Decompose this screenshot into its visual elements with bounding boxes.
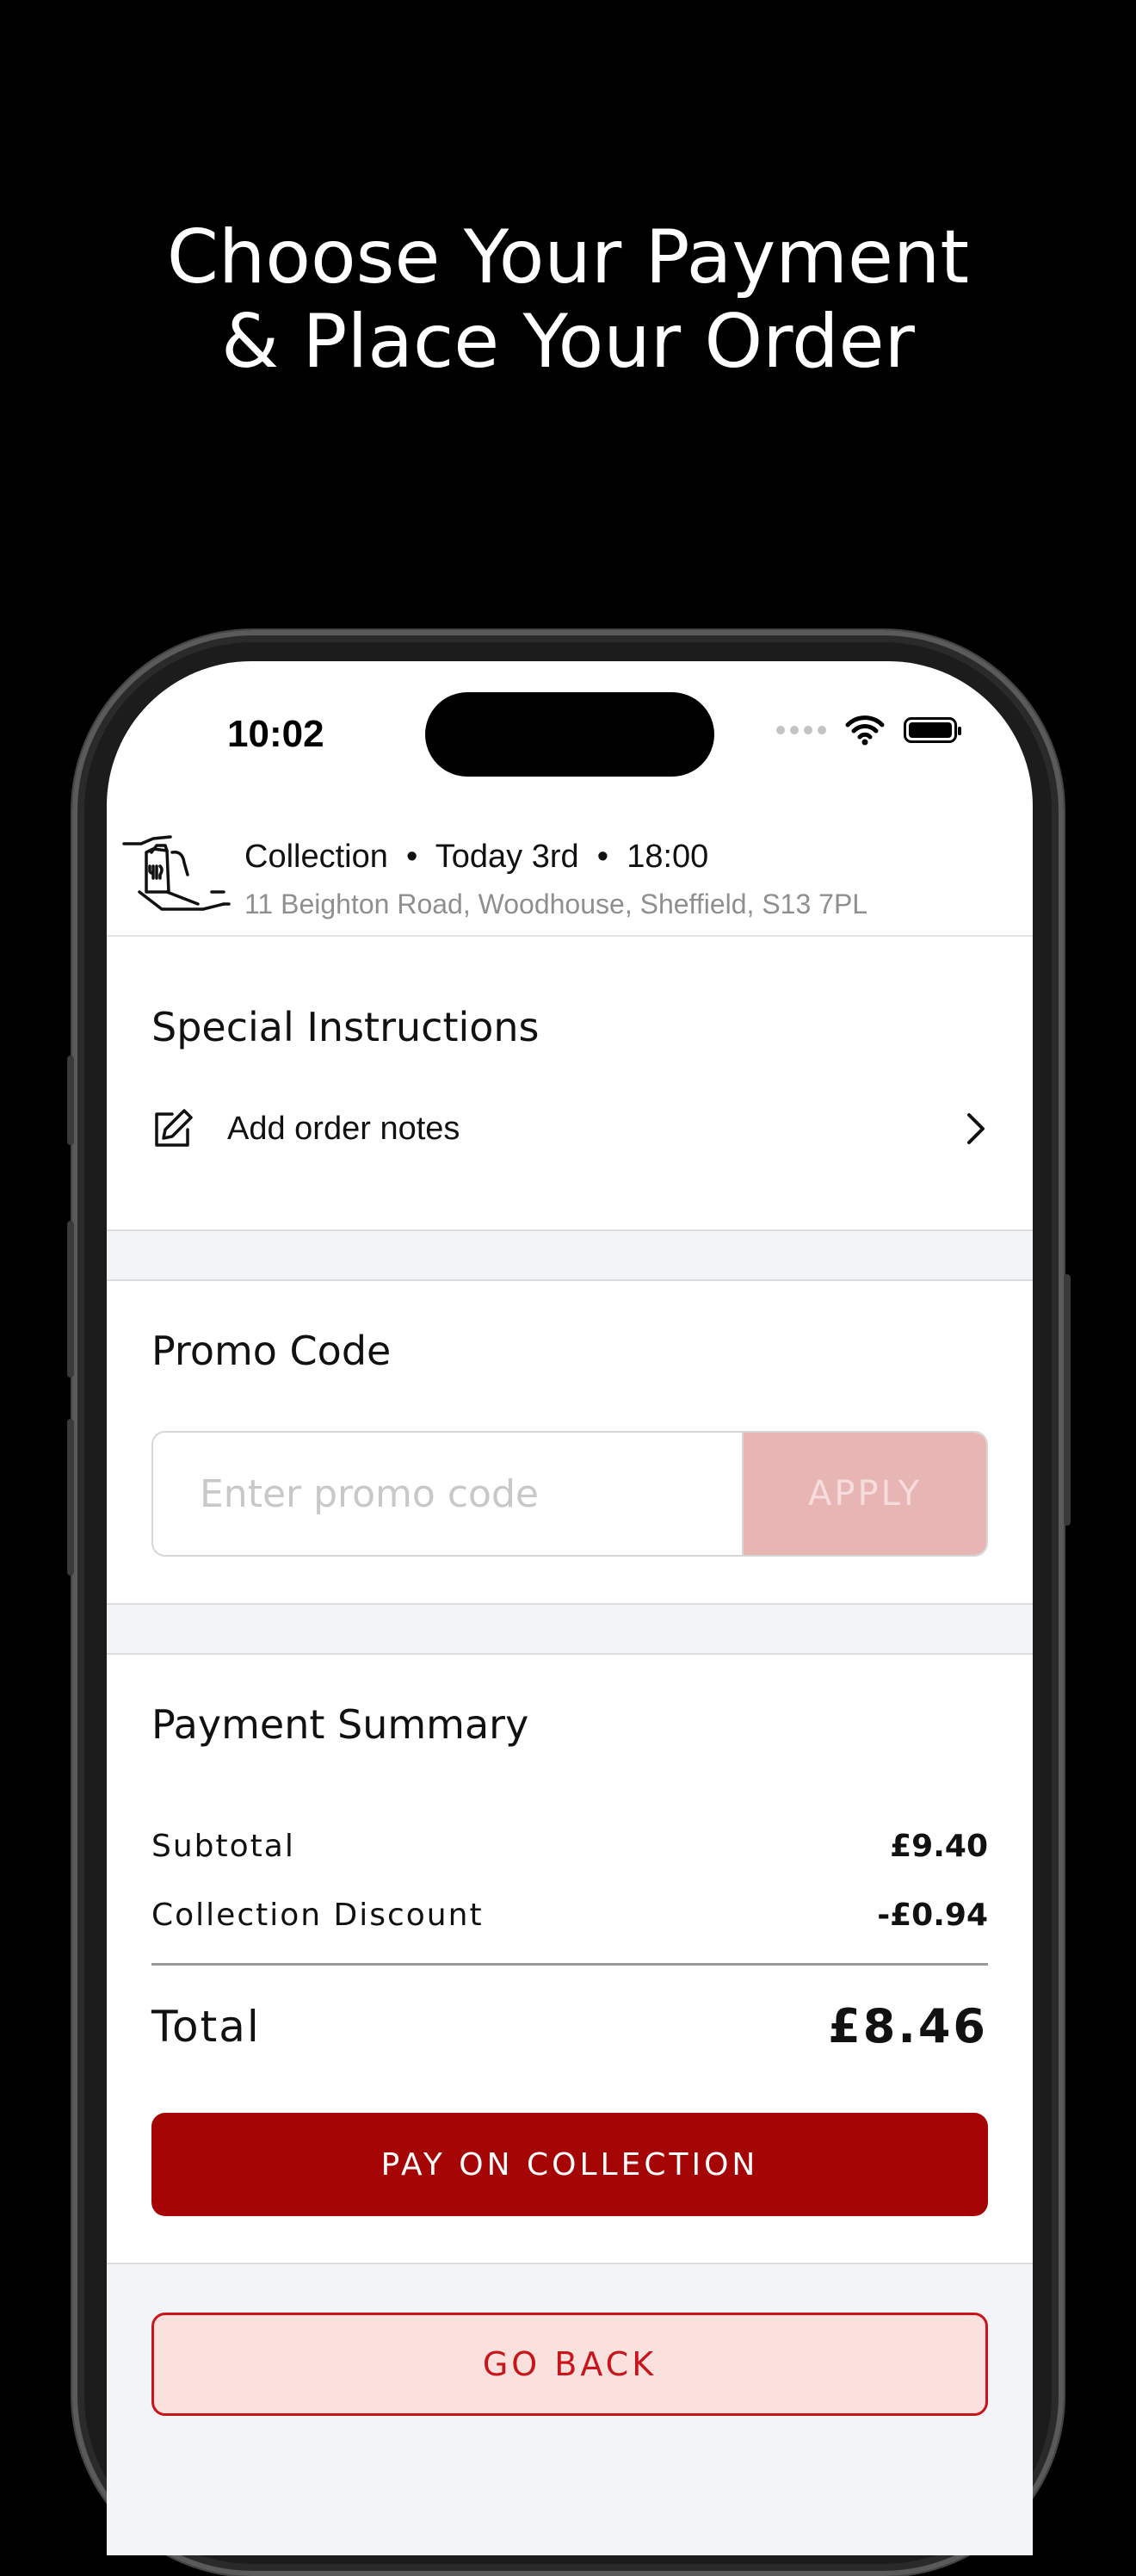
special-instructions-title: Special Instructions: [151, 1004, 540, 1050]
power-button: [1064, 1274, 1071, 1526]
promo-code-title: Promo Code: [151, 1328, 392, 1374]
add-order-notes-label: Add order notes: [227, 1110, 460, 1147]
collection-summary: Collection • Today 3rd • 18:00: [244, 839, 708, 876]
cellular-signal-icon: [776, 726, 826, 734]
separator-dot: •: [406, 839, 418, 875]
collection-discount-value: -£0.94: [877, 1898, 988, 1933]
subtotal-value: £9.40: [890, 1829, 988, 1864]
total-value: £8.46: [828, 1999, 988, 2053]
promo-code-form: APPLY: [151, 1431, 988, 1557]
mute-switch: [67, 1056, 74, 1145]
headline-line-2: & Place Your Order: [221, 299, 915, 385]
collection-discount-label: Collection Discount: [151, 1898, 484, 1933]
section-divider-band: [107, 1603, 1033, 1655]
pay-on-collection-button[interactable]: PAY ON COLLECTION: [151, 2113, 988, 2216]
app-screen: 10:02 Collection • Today 3rd • 18:00 11 …: [107, 661, 1033, 2555]
payment-summary-title: Payment Summary: [151, 1701, 529, 1748]
volume-up-button: [67, 1221, 74, 1378]
subtotal-label: Subtotal: [151, 1829, 295, 1864]
edit-icon: [155, 1109, 193, 1147]
summary-divider: [151, 1963, 988, 1966]
collection-address: 11 Beighton Road, Woodhouse, Sheffield, …: [244, 889, 868, 920]
collection-day: Today 3rd: [435, 839, 579, 875]
headline: Choose Your Payment & Place Your Order: [0, 215, 1136, 384]
collection-mode: Collection: [244, 839, 388, 875]
section-divider-band: [107, 1229, 1033, 1281]
separator-dot: •: [596, 839, 609, 875]
status-icons: [776, 715, 961, 746]
total-row: Total £8.46: [151, 1999, 988, 2053]
collection-time: 18:00: [627, 839, 709, 875]
wifi-icon: [845, 715, 885, 746]
subtotal-row: Subtotal £9.40: [151, 1829, 988, 1864]
go-back-button[interactable]: GO BACK: [151, 2313, 988, 2416]
dynamic-island: [425, 692, 714, 777]
apply-promo-button[interactable]: APPLY: [742, 1433, 986, 1555]
collection-bag-icon: [122, 835, 231, 911]
volume-down-button: [67, 1419, 74, 1576]
chevron-right-icon: [967, 1113, 985, 1144]
collection-info[interactable]: Collection • Today 3rd • 18:00 11 Beight…: [107, 825, 1033, 937]
add-order-notes-row[interactable]: Add order notes: [151, 1099, 988, 1159]
battery-icon: [904, 717, 961, 743]
total-label: Total: [151, 2001, 261, 2052]
collection-discount-row: Collection Discount -£0.94: [151, 1898, 988, 1933]
headline-line-1: Choose Your Payment: [166, 214, 970, 300]
promo-code-input[interactable]: [153, 1433, 742, 1555]
status-time: 10:02: [227, 713, 324, 755]
